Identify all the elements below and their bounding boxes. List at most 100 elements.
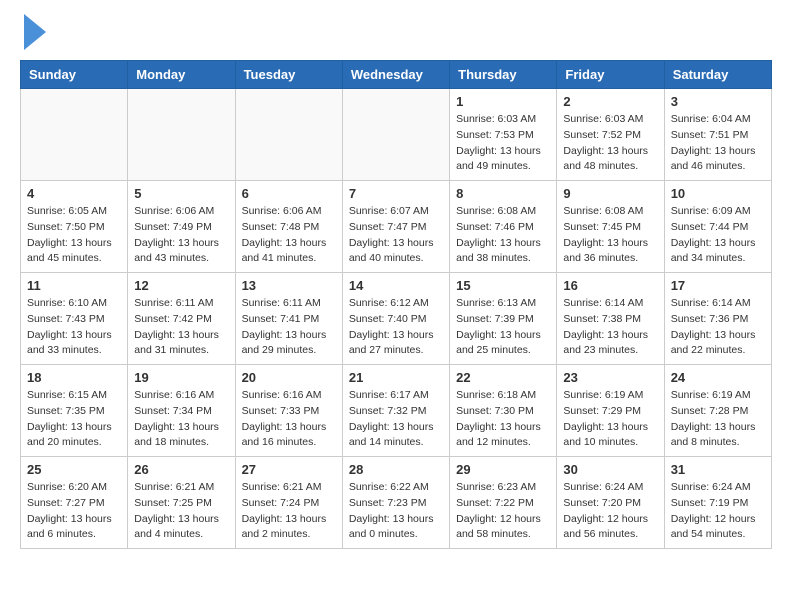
day-info: Sunrise: 6:24 AM Sunset: 7:20 PM Dayligh… [563,480,657,543]
calendar-cell: 5Sunrise: 6:06 AM Sunset: 7:49 PM Daylig… [128,181,235,273]
calendar-cell: 25 Sunrise: 6:20 AM Sunset: 7:27 PM Dayli… [21,457,128,549]
calendar-cell: 19 Sunrise: 6:16 AM Sunset: 7:34 PM Dayli… [128,365,235,457]
calendar-cell [21,89,128,181]
calendar-table: SundayMondayTuesdayWednesdayThursdayFrid… [20,60,772,549]
logo [20,20,46,50]
week-row-2: 4 Sunrise: 6:05 AM Sunset: 7:50 PM Daylig… [21,181,772,273]
day-number: 21 [349,370,443,385]
day-number: 11 [27,278,121,293]
day-number: 3 [671,94,765,109]
calendar-cell: 18 Sunrise: 6:15 AM Sunset: 7:35 PM Dayli… [21,365,128,457]
day-info: Sunrise: 6:18 AM Sunset: 7:30 PM Dayligh… [456,388,550,451]
day-info: Sunrise: 6:14 AM Sunset: 7:38 PM Dayligh… [563,296,657,359]
day-number: 23 [563,370,657,385]
day-number: 26 [134,462,228,477]
calendar-cell: 30 Sunrise: 6:24 AM Sunset: 7:20 PM Dayli… [557,457,664,549]
day-info: Sunrise: 6:19 AM Sunset: 7:29 PM Dayligh… [563,388,657,451]
day-info: Sunrise: 6:06 AM Sunset: 7:49 PM Dayligh… [134,204,228,267]
calendar-cell: 20 Sunrise: 6:16 AM Sunset: 7:33 PM Dayli… [235,365,342,457]
day-number: 2 [563,94,657,109]
calendar-cell: 17 Sunrise: 6:14 AM Sunset: 7:36 PM Dayli… [664,273,771,365]
day-info: Sunrise: 6:21 AM Sunset: 7:25 PM Dayligh… [134,480,228,543]
day-info: Sunrise: 6:07 AM Sunset: 7:47 PM Dayligh… [349,204,443,267]
page-header [20,20,772,50]
day-number: 15 [456,278,550,293]
calendar-cell: 29 Sunrise: 6:23 AM Sunset: 7:22 PM Dayli… [450,457,557,549]
calendar-cell: 1 Sunrise: 6:03 AM Sunset: 7:53 PM Daylig… [450,89,557,181]
calendar-cell: 16Sunrise: 6:14 AM Sunset: 7:38 PM Dayli… [557,273,664,365]
day-info: Sunrise: 6:21 AM Sunset: 7:24 PM Dayligh… [242,480,336,543]
weekday-header-thursday: Thursday [450,61,557,89]
day-number: 7 [349,186,443,201]
calendar-cell: 12Sunrise: 6:11 AM Sunset: 7:42 PM Dayli… [128,273,235,365]
day-number: 13 [242,278,336,293]
day-info: Sunrise: 6:03 AM Sunset: 7:52 PM Dayligh… [563,112,657,175]
calendar-cell: 21 Sunrise: 6:17 AM Sunset: 7:32 PM Dayli… [342,365,449,457]
day-number: 28 [349,462,443,477]
day-info: Sunrise: 6:19 AM Sunset: 7:28 PM Dayligh… [671,388,765,451]
day-info: Sunrise: 6:22 AM Sunset: 7:23 PM Dayligh… [349,480,443,543]
day-info: Sunrise: 6:13 AM Sunset: 7:39 PM Dayligh… [456,296,550,359]
day-number: 6 [242,186,336,201]
day-info: Sunrise: 6:05 AM Sunset: 7:50 PM Dayligh… [27,204,121,267]
day-info: Sunrise: 6:20 AM Sunset: 7:27 PM Dayligh… [27,480,121,543]
logo-arrow-icon [24,14,46,50]
day-number: 19 [134,370,228,385]
day-info: Sunrise: 6:16 AM Sunset: 7:33 PM Dayligh… [242,388,336,451]
day-info: Sunrise: 6:24 AM Sunset: 7:19 PM Dayligh… [671,480,765,543]
day-number: 31 [671,462,765,477]
week-row-1: 1 Sunrise: 6:03 AM Sunset: 7:53 PM Daylig… [21,89,772,181]
weekday-header-saturday: Saturday [664,61,771,89]
day-number: 20 [242,370,336,385]
day-info: Sunrise: 6:06 AM Sunset: 7:48 PM Dayligh… [242,204,336,267]
day-info: Sunrise: 6:14 AM Sunset: 7:36 PM Dayligh… [671,296,765,359]
weekday-header-tuesday: Tuesday [235,61,342,89]
calendar-cell: 26 Sunrise: 6:21 AM Sunset: 7:25 PM Dayli… [128,457,235,549]
weekday-header-monday: Monday [128,61,235,89]
calendar-cell: 3 Sunrise: 6:04 AM Sunset: 7:51 PM Daylig… [664,89,771,181]
calendar-cell: 13 Sunrise: 6:11 AM Sunset: 7:41 PM Dayli… [235,273,342,365]
day-info: Sunrise: 6:08 AM Sunset: 7:46 PM Dayligh… [456,204,550,267]
day-info: Sunrise: 6:23 AM Sunset: 7:22 PM Dayligh… [456,480,550,543]
week-row-4: 18 Sunrise: 6:15 AM Sunset: 7:35 PM Dayli… [21,365,772,457]
calendar-cell: 28 Sunrise: 6:22 AM Sunset: 7:23 PM Dayli… [342,457,449,549]
day-number: 22 [456,370,550,385]
day-info: Sunrise: 6:04 AM Sunset: 7:51 PM Dayligh… [671,112,765,175]
day-info: Sunrise: 6:15 AM Sunset: 7:35 PM Dayligh… [27,388,121,451]
calendar-header-row: SundayMondayTuesdayWednesdayThursdayFrid… [21,61,772,89]
day-info: Sunrise: 6:03 AM Sunset: 7:53 PM Dayligh… [456,112,550,175]
day-info: Sunrise: 6:08 AM Sunset: 7:45 PM Dayligh… [563,204,657,267]
day-number: 29 [456,462,550,477]
day-number: 30 [563,462,657,477]
day-info: Sunrise: 6:10 AM Sunset: 7:43 PM Dayligh… [27,296,121,359]
calendar-cell: 27 Sunrise: 6:21 AM Sunset: 7:24 PM Dayli… [235,457,342,549]
calendar-cell [235,89,342,181]
week-row-3: 11 Sunrise: 6:10 AM Sunset: 7:43 PM Dayli… [21,273,772,365]
day-info: Sunrise: 6:11 AM Sunset: 7:41 PM Dayligh… [242,296,336,359]
calendar-cell: 31 Sunrise: 6:24 AM Sunset: 7:19 PM Dayli… [664,457,771,549]
day-number: 18 [27,370,121,385]
day-number: 9 [563,186,657,201]
calendar-cell: 2 Sunrise: 6:03 AM Sunset: 7:52 PM Daylig… [557,89,664,181]
calendar-cell: 22 Sunrise: 6:18 AM Sunset: 7:30 PM Dayli… [450,365,557,457]
day-number: 1 [456,94,550,109]
day-info: Sunrise: 6:09 AM Sunset: 7:44 PM Dayligh… [671,204,765,267]
calendar-cell: 11 Sunrise: 6:10 AM Sunset: 7:43 PM Dayli… [21,273,128,365]
day-number: 25 [27,462,121,477]
day-info: Sunrise: 6:17 AM Sunset: 7:32 PM Dayligh… [349,388,443,451]
day-number: 17 [671,278,765,293]
weekday-header-wednesday: Wednesday [342,61,449,89]
calendar-cell: 8 Sunrise: 6:08 AM Sunset: 7:46 PM Daylig… [450,181,557,273]
calendar-cell: 7 Sunrise: 6:07 AM Sunset: 7:47 PM Daylig… [342,181,449,273]
day-info: Sunrise: 6:11 AM Sunset: 7:42 PM Dayligh… [134,296,228,359]
week-row-5: 25 Sunrise: 6:20 AM Sunset: 7:27 PM Dayli… [21,457,772,549]
day-number: 4 [27,186,121,201]
weekday-header-friday: Friday [557,61,664,89]
calendar-cell [128,89,235,181]
day-number: 14 [349,278,443,293]
day-number: 10 [671,186,765,201]
calendar-cell: 15 Sunrise: 6:13 AM Sunset: 7:39 PM Dayli… [450,273,557,365]
day-number: 8 [456,186,550,201]
day-number: 27 [242,462,336,477]
day-info: Sunrise: 6:16 AM Sunset: 7:34 PM Dayligh… [134,388,228,451]
